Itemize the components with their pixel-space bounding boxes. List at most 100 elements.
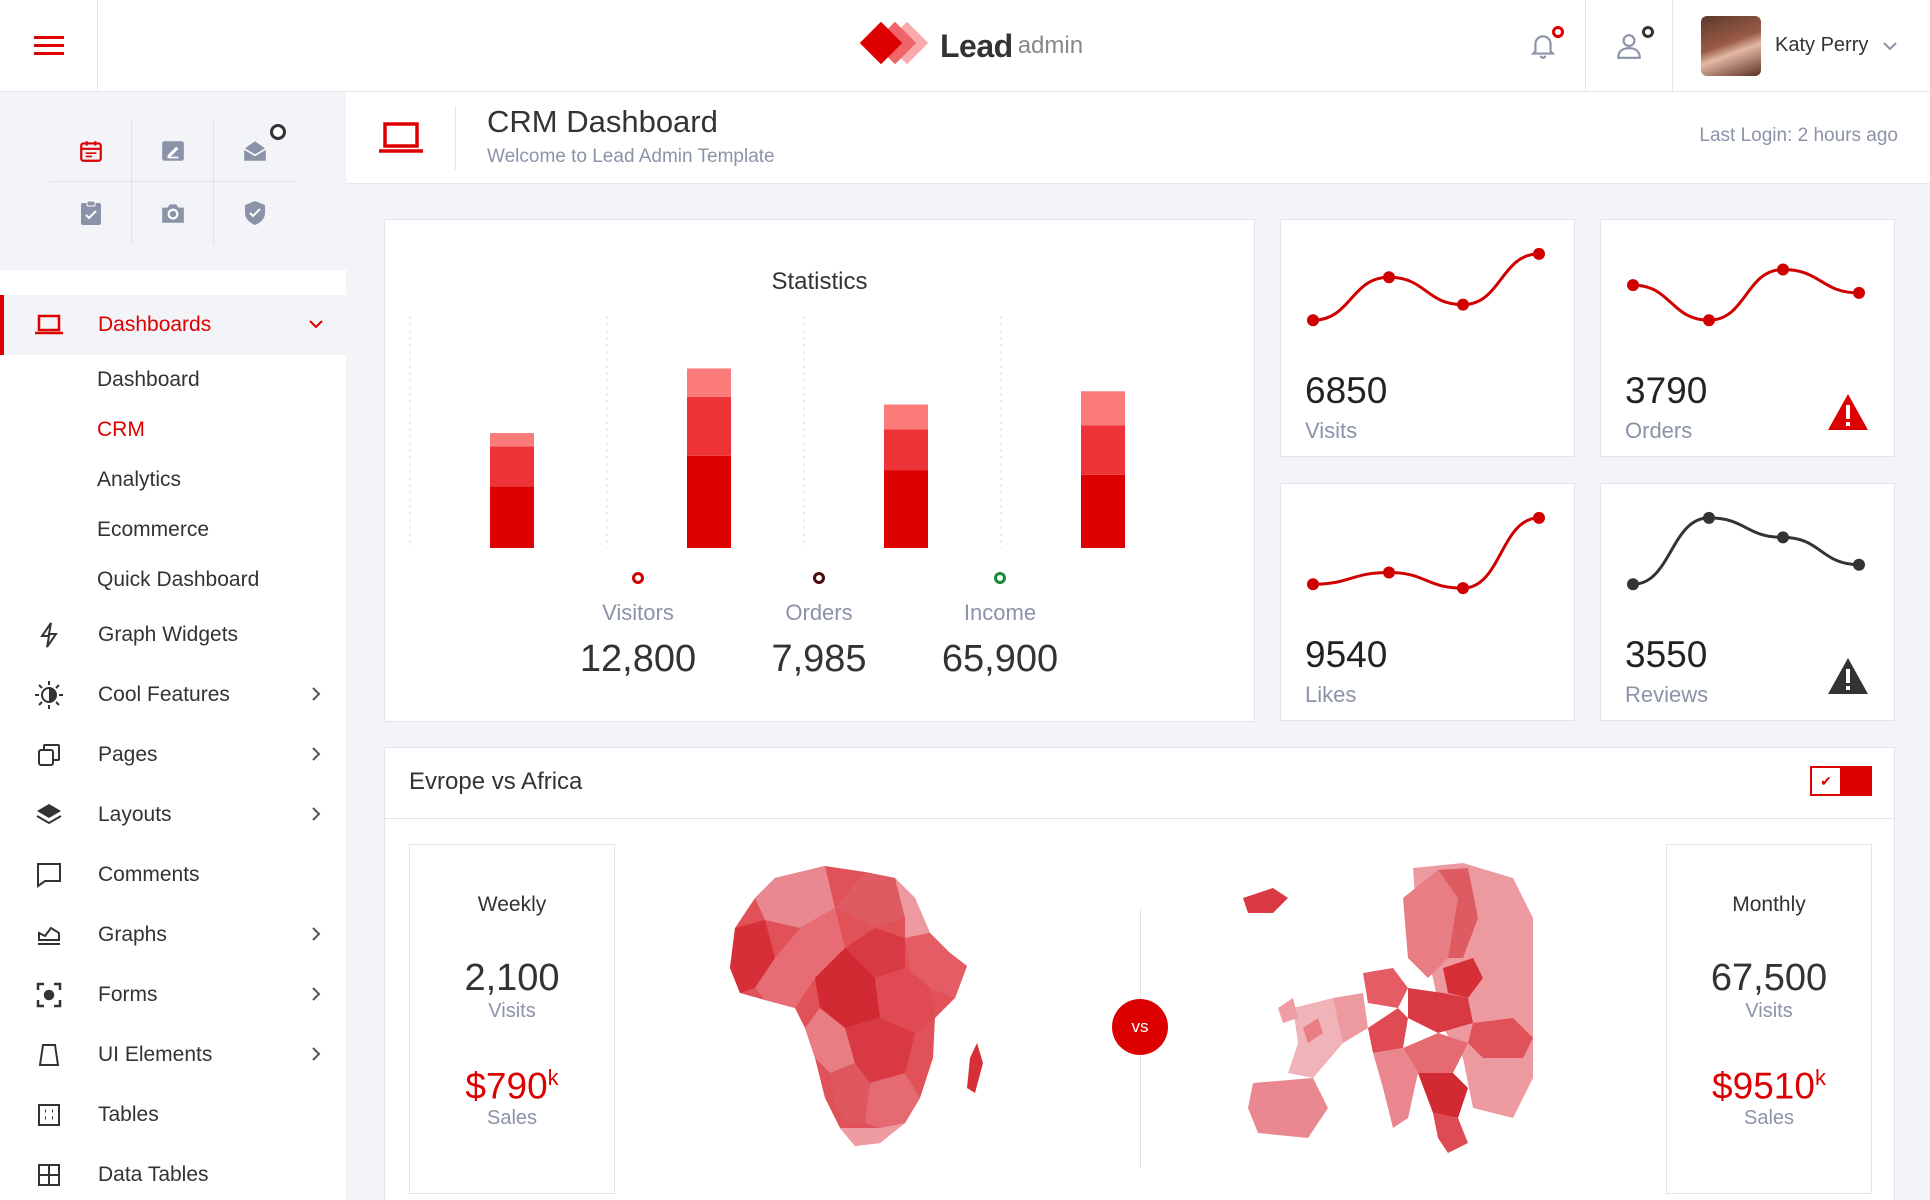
sidebar-item-graph-widgets[interactable]: Graph Widgets xyxy=(0,605,346,665)
check-icon: ✔ xyxy=(1812,768,1840,794)
sidebar-item-ui-elements[interactable]: UI Elements xyxy=(0,1025,346,1085)
europe-map[interactable] xyxy=(1233,858,1613,1178)
brightness-icon xyxy=(34,680,64,710)
sidebar-item-data-tables[interactable]: Data Tables xyxy=(0,1145,346,1200)
monthly-sales-label: Sales xyxy=(1743,1107,1795,1130)
ui-icon xyxy=(34,1040,64,1070)
profile-status-dot xyxy=(1642,26,1654,38)
sidebar-subitem-ecommerce[interactable]: Ecommerce xyxy=(0,505,346,555)
weekly-sales-value: $790k xyxy=(410,1065,614,1107)
profile-button[interactable] xyxy=(1585,0,1672,91)
monthly-stats-card: Monthly 67,500 Visits $9510k Sales xyxy=(1666,844,1872,1194)
sales-suffix: k xyxy=(547,1065,559,1090)
sparkline-point xyxy=(1383,271,1395,284)
security-button[interactable] xyxy=(214,182,296,244)
chevron-right-icon xyxy=(312,747,321,761)
sparkline-path xyxy=(1632,516,1860,586)
mini-stat-reviews: 3550 Reviews xyxy=(1600,483,1895,721)
sparkline-point xyxy=(1307,314,1319,327)
warning-icon xyxy=(1828,658,1868,694)
bell-icon xyxy=(1530,34,1556,59)
bar-segment[interactable] xyxy=(490,486,534,548)
edit-icon xyxy=(161,140,184,161)
legend-marker xyxy=(994,572,1006,584)
stat-value: 3550 xyxy=(1625,634,1708,675)
user-name: Katy Perry xyxy=(1775,34,1869,56)
stat-label: Likes xyxy=(1305,682,1357,707)
sidebar-item-layouts[interactable]: Layouts xyxy=(0,785,346,845)
sidebar-item-label: Data Tables xyxy=(98,1163,209,1186)
area-chart-icon xyxy=(34,920,64,950)
bar-segment[interactable] xyxy=(1081,474,1125,548)
shield-check-icon xyxy=(245,201,265,225)
sidebar-item-pages[interactable]: Pages xyxy=(0,725,346,785)
sparkline xyxy=(1627,263,1865,327)
mail-button[interactable] xyxy=(214,120,296,182)
calendar-button[interactable] xyxy=(50,120,132,182)
sidebar-item-label: Dashboards xyxy=(98,313,212,336)
bar-segment[interactable] xyxy=(687,368,731,397)
sidebar-item-cool-features[interactable]: Cool Features xyxy=(0,665,346,725)
sidebar-subitem-analytics[interactable]: Analytics xyxy=(0,455,346,505)
legend-name: Orders xyxy=(785,600,853,625)
logo[interactable]: Lead admin xyxy=(848,16,1083,76)
sidebar-item-forms[interactable]: Forms xyxy=(0,965,346,1025)
user-icon xyxy=(1617,33,1641,59)
sidebar-item-tables[interactable]: Tables xyxy=(0,1085,346,1145)
chevron-down-icon xyxy=(1883,41,1898,50)
bolt-icon xyxy=(34,620,64,650)
monthly-sales-value: $9510k xyxy=(1667,1065,1871,1107)
menu-toggle-button[interactable] xyxy=(0,0,98,91)
sidebar-item-graphs[interactable]: Graphs xyxy=(0,905,346,965)
stat-value: 6850 xyxy=(1305,370,1388,411)
page-title: CRM Dashboard xyxy=(487,104,718,139)
sparkline-point xyxy=(1457,298,1469,311)
stat-label: Visits xyxy=(1305,418,1358,443)
sidebar-item-label: Cool Features xyxy=(98,683,230,706)
bar-segment[interactable] xyxy=(490,433,534,447)
legend-orders: Orders 7,985 xyxy=(719,572,919,681)
sidebar-subitem-crm[interactable]: CRM xyxy=(0,405,346,455)
statistics-card: Statistics Visitors 12,800 Orders 7,985 … xyxy=(384,219,1255,722)
sidebar-item-label: Forms xyxy=(98,983,158,1006)
logo-subtext: admin xyxy=(1017,32,1084,59)
edit-button[interactable] xyxy=(132,120,214,182)
sidebar-item-dashboards[interactable]: Dashboards xyxy=(0,295,346,355)
sidebar-item-comments[interactable]: Comments xyxy=(0,845,346,905)
map-toggle[interactable]: ✔ xyxy=(1810,766,1872,796)
bar-segment[interactable] xyxy=(884,404,928,430)
bar-segment[interactable] xyxy=(490,446,534,487)
monthly-visits-value: 67,500 xyxy=(1710,957,1828,999)
bar-segment[interactable] xyxy=(687,396,731,456)
chevron-right-icon xyxy=(312,987,321,1001)
sparkline-path xyxy=(1632,267,1860,322)
sparkline-point xyxy=(1703,511,1715,524)
sidebar-subitem-dashboard[interactable]: Dashboard xyxy=(0,355,346,405)
tasks-button[interactable] xyxy=(50,182,132,244)
sidebar-item-label: Graphs xyxy=(98,923,167,946)
camera-button[interactable] xyxy=(132,182,214,244)
laptop-icon xyxy=(34,310,64,340)
africa-map[interactable] xyxy=(705,858,1005,1178)
bar-segment[interactable] xyxy=(884,470,928,548)
notifications-button[interactable] xyxy=(1508,0,1578,91)
sparkline-point xyxy=(1533,511,1545,524)
user-menu[interactable]: Katy Perry xyxy=(1672,0,1930,91)
card-title: Evrope vs Africa xyxy=(409,768,583,795)
sparkline-point xyxy=(1777,531,1789,544)
mail-status-dot xyxy=(270,124,286,140)
comment-icon xyxy=(34,860,64,890)
sparkline-point xyxy=(1853,286,1865,299)
sidebar-item-label: Graph Widgets xyxy=(98,623,239,646)
bar-segment[interactable] xyxy=(687,455,731,548)
monthly-title: Monthly xyxy=(1732,893,1806,916)
top-bar: Lead admin Katy Perry xyxy=(0,0,1930,92)
bar-segment[interactable] xyxy=(1081,391,1125,426)
bar-segment[interactable] xyxy=(1081,425,1125,475)
chevron-right-icon xyxy=(312,1047,321,1061)
legend-visitors: Visitors 12,800 xyxy=(538,572,738,681)
bar-segment[interactable] xyxy=(884,429,928,471)
sidebar-subitem-quick-dashboard[interactable]: Quick Dashboard xyxy=(0,555,346,605)
weekly-title: Weekly xyxy=(477,893,547,916)
legend-value: 12,800 xyxy=(579,638,697,680)
